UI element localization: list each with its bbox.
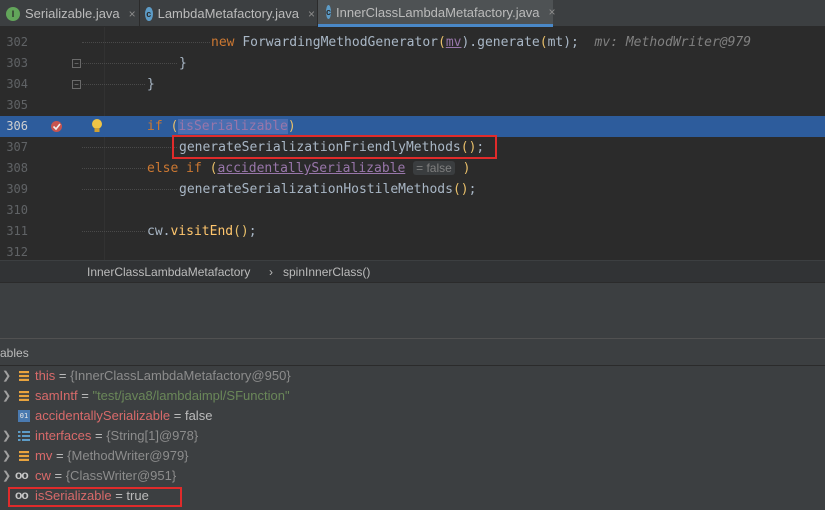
expand-arrow-icon[interactable]: ❯ xyxy=(2,466,11,486)
variable-text: mv = {MethodWriter@979} xyxy=(35,448,189,463)
code-line[interactable]: 303 − } xyxy=(0,53,825,74)
variable-text: interfaces = {String[1]@978} xyxy=(35,428,199,443)
variable-text: accidentallySerializable = false xyxy=(35,408,213,423)
line-number: 308 xyxy=(6,161,28,175)
variable-row-accidentallyserializable[interactable]: 01 accidentallySerializable = false xyxy=(0,406,825,426)
code-text: cw.visitEnd(); xyxy=(147,224,257,239)
variable-text: samIntf = "test/java8/lambdaimpl/SFuncti… xyxy=(35,388,290,403)
interface-icon: I xyxy=(6,6,20,21)
line-number: 307 xyxy=(6,140,28,154)
inline-value-hint: = false xyxy=(413,161,455,175)
line-number: 306 xyxy=(6,119,28,133)
object-field-icon xyxy=(19,451,29,461)
boolean-field-icon: 01 xyxy=(18,410,30,422)
fold-icon[interactable]: − xyxy=(72,80,81,89)
tab-label: InnerClassLambdaMetafactory.java xyxy=(336,4,540,20)
variable-row-interfaces[interactable]: ❯ interfaces = {String[1]@978} xyxy=(0,426,825,446)
code-text: if (isSerializable) xyxy=(147,119,296,134)
tab-innerclasslambdametafactory-java[interactable]: c InnerClassLambdaMetafactory.java × xyxy=(318,0,556,27)
fold-icon[interactable]: − xyxy=(72,59,81,68)
code-line[interactable]: 309 generateSerializationHostileMethods(… xyxy=(0,179,825,200)
breakpoint-icon[interactable] xyxy=(50,120,63,133)
tab-lambdametafactory-java[interactable]: c LambdaMetafactory.java × xyxy=(145,0,315,27)
code-line[interactable]: 305 xyxy=(0,95,825,116)
watch-icon: oo xyxy=(15,468,29,482)
line-number: 311 xyxy=(6,224,28,238)
line-number: 303 xyxy=(6,56,28,70)
variables-panel-header: ables xyxy=(0,338,825,366)
variable-text: this = {InnerClassLambdaMetafactory@950} xyxy=(35,368,291,383)
tab-label: Serializable.java xyxy=(25,6,120,21)
variable-row-cw[interactable]: ❯ oo cw = {ClassWriter@951} xyxy=(0,466,825,486)
line-number: 310 xyxy=(6,203,28,217)
code-line[interactable]: 310 xyxy=(0,200,825,221)
tab-label: LambdaMetafactory.java xyxy=(157,6,299,21)
line-number: 304 xyxy=(6,77,28,91)
highlight-box xyxy=(8,487,182,507)
inline-value-hint: mv: MethodWriter@979 xyxy=(594,35,752,50)
breadcrumb-method[interactable]: spinInnerClass() xyxy=(283,265,370,279)
line-number: 309 xyxy=(6,182,28,196)
code-editor[interactable]: 302 new ForwardingMethodGenerator(mv).ge… xyxy=(0,27,825,260)
close-icon[interactable]: × xyxy=(549,5,556,19)
line-number: 305 xyxy=(6,98,28,112)
code-line[interactable]: 311 cw.visitEnd(); xyxy=(0,221,825,242)
variables-list[interactable]: ❯ this = {InnerClassLambdaMetafactory@95… xyxy=(0,366,825,510)
editor-tab-bar: I Serializable.java × c LambdaMetafactor… xyxy=(0,0,825,27)
variable-row-samintf[interactable]: ❯ samIntf = "test/java8/lambdaimpl/SFunc… xyxy=(0,386,825,406)
code-line[interactable]: 308 else if (accidentallySerializable = … xyxy=(0,158,825,179)
highlight-box xyxy=(172,135,497,159)
class-icon: c xyxy=(326,5,332,19)
code-text: else if (accidentallySerializable = fals… xyxy=(147,161,471,176)
current-execution-line[interactable]: 306 if (isSerializable) xyxy=(0,116,825,137)
expand-arrow-icon[interactable]: ❯ xyxy=(2,446,11,466)
lightbulb-icon[interactable] xyxy=(91,118,103,134)
variable-row-this[interactable]: ❯ this = {InnerClassLambdaMetafactory@95… xyxy=(0,366,825,386)
close-icon[interactable]: × xyxy=(129,7,136,21)
breadcrumb-separator: › xyxy=(269,265,273,279)
expand-arrow-icon[interactable]: ❯ xyxy=(2,386,11,406)
breadcrumb-class[interactable]: InnerClassLambdaMetafactory xyxy=(87,265,250,279)
code-line[interactable]: 304 − } xyxy=(0,74,825,95)
object-field-icon xyxy=(19,371,29,381)
expand-arrow-icon[interactable]: ❯ xyxy=(2,426,11,446)
close-icon[interactable]: × xyxy=(308,7,315,21)
panel-title: ables xyxy=(0,346,29,360)
code-text: generateSerializationHostileMethods(); xyxy=(179,182,477,197)
object-field-icon xyxy=(19,391,29,401)
code-text: new ForwardingMethodGenerator(mv).genera… xyxy=(211,35,752,50)
variable-text: cw = {ClassWriter@951} xyxy=(35,468,177,483)
tab-serializable-java[interactable]: I Serializable.java × xyxy=(6,0,138,27)
code-line[interactable]: 302 new ForwardingMethodGenerator(mv).ge… xyxy=(0,32,825,53)
code-text: } xyxy=(147,77,155,92)
variable-row-mv[interactable]: ❯ mv = {MethodWriter@979} xyxy=(0,446,825,466)
expand-arrow-icon[interactable]: ❯ xyxy=(2,366,11,386)
line-number: 302 xyxy=(6,35,28,49)
array-field-icon xyxy=(18,431,30,441)
breadcrumb: InnerClassLambdaMetafactory › spinInnerC… xyxy=(0,260,825,282)
debug-toolbar-area xyxy=(0,282,825,338)
class-icon: c xyxy=(145,6,153,21)
code-text: } xyxy=(179,56,187,71)
